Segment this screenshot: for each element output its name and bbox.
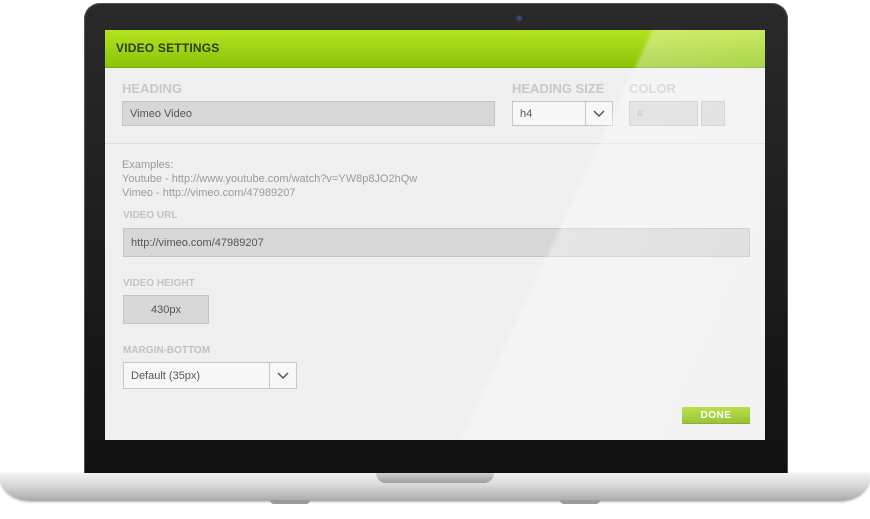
panel-title: VIDEO SETTINGS xyxy=(116,41,220,55)
color-label: COLOR xyxy=(629,81,676,96)
examples-text: Examples: Youtube - http://www.youtube.c… xyxy=(122,158,417,200)
camera-icon xyxy=(516,15,524,23)
laptop-foot xyxy=(270,500,310,504)
settings-panel: VIDEO SETTINGS HEADING Vimeo Video HEADI… xyxy=(105,30,765,440)
examples-title: Examples: xyxy=(122,159,174,171)
video-url-input[interactable]: http://vimeo.com/47989207 xyxy=(123,228,750,257)
chevron-down-icon xyxy=(585,102,612,125)
laptop-foot xyxy=(560,500,600,504)
chevron-down-icon xyxy=(269,363,296,388)
heading-input-value: Vimeo Video xyxy=(130,107,192,120)
examples-youtube: Youtube - http://www.youtube.com/watch?v… xyxy=(122,173,418,185)
heading-label: HEADING xyxy=(122,81,182,96)
color-input[interactable]: # xyxy=(629,101,698,126)
video-height-value: 430px xyxy=(151,303,181,316)
heading-size-value: h4 xyxy=(520,107,533,120)
heading-input[interactable]: Vimeo Video xyxy=(122,101,495,126)
margin-bottom-select[interactable]: Default (35px) xyxy=(123,362,297,389)
laptop-notch xyxy=(376,473,494,483)
section-divider xyxy=(105,143,765,144)
margin-bottom-label: MARGIN-BOTTOM xyxy=(123,345,211,356)
video-height-label: VIDEO HEIGHT xyxy=(123,278,195,289)
margin-bottom-value: Default (35px) xyxy=(131,369,201,382)
video-url-value: http://vimeo.com/47989207 xyxy=(131,236,264,249)
video-height-input[interactable]: 430px xyxy=(123,295,209,324)
heading-size-label: HEADING SIZE xyxy=(512,81,605,96)
video-url-label: VIDEO URL xyxy=(123,210,178,221)
heading-size-select[interactable]: h4 xyxy=(512,101,613,126)
color-input-placeholder: # xyxy=(637,107,644,120)
examples-vimeo: Vimeo - http://vimeo.com/47989207 xyxy=(122,187,296,199)
color-swatch[interactable] xyxy=(701,101,725,126)
panel-header: VIDEO SETTINGS xyxy=(105,30,765,67)
done-button[interactable]: DONE xyxy=(682,407,750,424)
